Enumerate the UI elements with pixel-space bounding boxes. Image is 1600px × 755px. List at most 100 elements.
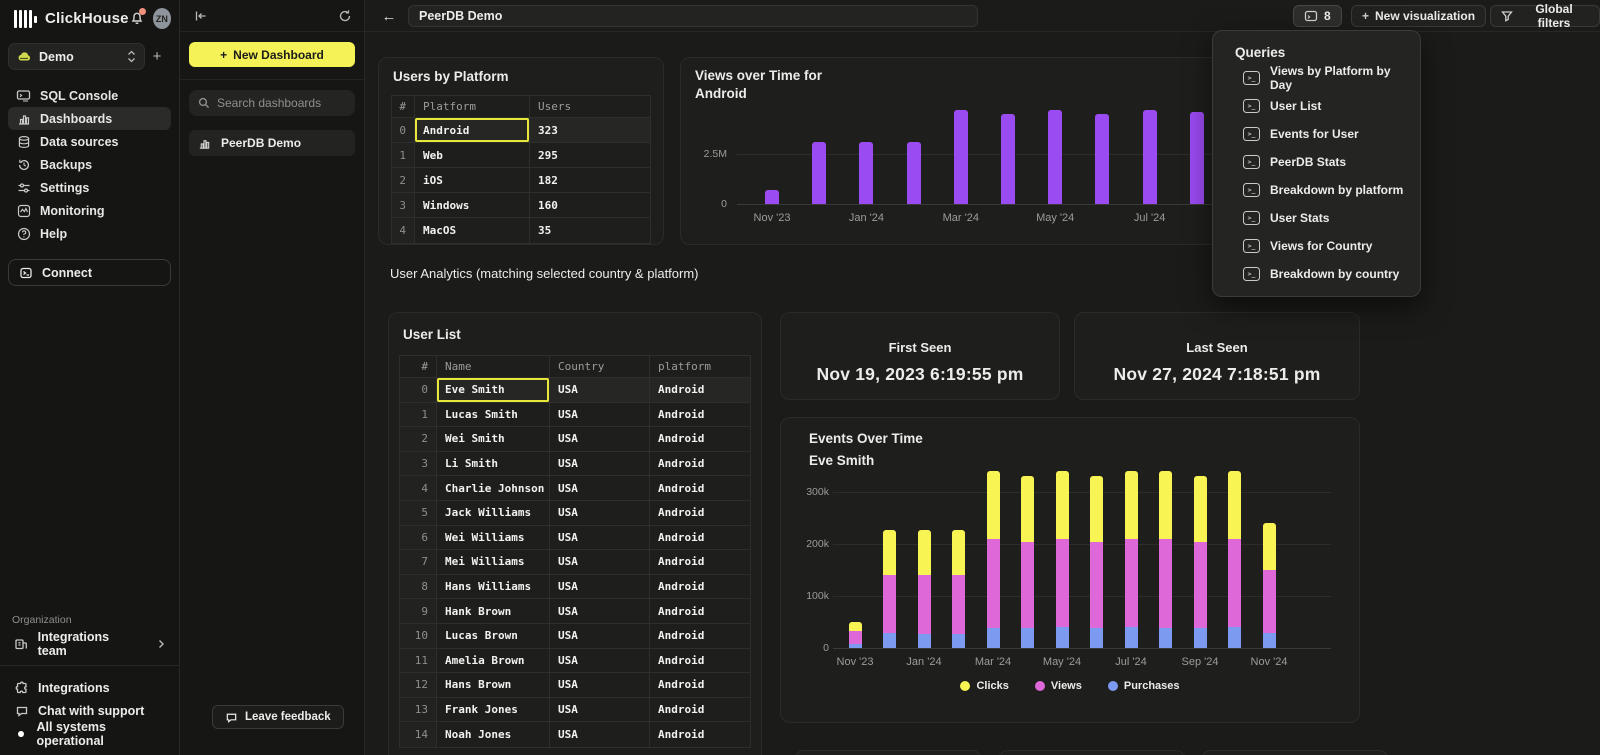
bar-segment-clicks[interactable] [1021, 476, 1034, 542]
query-item[interactable]: >_Events for User [1213, 120, 1420, 148]
sidebar-item-help[interactable]: Help [8, 222, 171, 245]
table-cell[interactable]: Android [650, 403, 750, 427]
table-cell[interactable]: Web [415, 143, 530, 167]
bar-segment-purchases[interactable] [1021, 628, 1034, 648]
system-status[interactable]: All systems operational [8, 722, 171, 745]
table-cell[interactable]: USA [550, 526, 650, 550]
bar-segment-clicks[interactable] [952, 530, 965, 575]
query-item[interactable]: >_User List [1213, 92, 1420, 120]
query-item[interactable]: >_PeerDB Stats [1213, 148, 1420, 176]
workspace-selector[interactable]: Demo [8, 43, 145, 70]
bar-segment-clicks[interactable] [1159, 471, 1172, 539]
add-service-button[interactable]: + [145, 48, 169, 65]
table-cell[interactable]: Noah Jones [437, 722, 550, 747]
table-cell[interactable]: Android [650, 550, 750, 574]
bar-segment-views[interactable] [1159, 539, 1172, 627]
table-cell[interactable]: Android [650, 624, 750, 648]
bar-segment-views[interactable] [1228, 539, 1241, 627]
table-cell[interactable]: Charlie Johnson [437, 476, 550, 500]
table-cell[interactable]: 35 [530, 218, 650, 243]
sidebar-item-backups[interactable]: Backups [8, 153, 171, 176]
new-visualization-button[interactable]: + New visualization [1351, 5, 1486, 27]
bar[interactable] [1190, 112, 1204, 204]
bar-segment-purchases[interactable] [1090, 628, 1103, 648]
bar-segment-clicks[interactable] [918, 530, 931, 575]
refresh-icon[interactable] [338, 9, 352, 23]
table-cell[interactable]: Android [650, 378, 750, 402]
table-cell[interactable]: Jack Williams [437, 501, 550, 525]
bar-segment-purchases[interactable] [1159, 628, 1172, 648]
bar-segment-views[interactable] [883, 575, 896, 633]
table-cell[interactable]: USA [550, 673, 650, 697]
bar-segment-purchases[interactable] [1263, 633, 1276, 648]
bar-segment-clicks[interactable] [883, 530, 896, 575]
bar-segment-clicks[interactable] [1228, 471, 1241, 539]
table-cell[interactable]: USA [550, 599, 650, 623]
bar[interactable] [765, 190, 779, 204]
bar[interactable] [1001, 114, 1015, 204]
sidebar-item-integrations[interactable]: Integrations [8, 676, 171, 699]
bar-segment-clicks[interactable] [1090, 476, 1103, 542]
sidebar-item-integrations-team[interactable]: Integrations team [8, 632, 171, 655]
table-cell[interactable]: Hans Brown [437, 673, 550, 697]
table-cell[interactable]: Li Smith [437, 452, 550, 476]
bar[interactable] [812, 142, 826, 204]
query-item[interactable]: >_Breakdown by platform [1213, 176, 1420, 204]
bar-segment-purchases[interactable] [1194, 628, 1207, 648]
table-cell[interactable]: USA [550, 452, 650, 476]
bar-segment-views[interactable] [1090, 542, 1103, 628]
bar-segment-views[interactable] [987, 539, 1000, 628]
table-cell[interactable]: USA [550, 698, 650, 722]
table-cell[interactable]: Android [650, 575, 750, 599]
table-cell[interactable]: Android [650, 698, 750, 722]
search-input[interactable] [217, 96, 372, 110]
table-cell[interactable]: 160 [530, 193, 650, 217]
table-cell[interactable]: Android [650, 673, 750, 697]
table-cell[interactable]: Lucas Smith [437, 403, 550, 427]
table-cell[interactable]: Android [650, 476, 750, 500]
bar-segment-purchases[interactable] [952, 634, 965, 648]
table-cell[interactable]: Mei Williams [437, 550, 550, 574]
bar-segment-clicks[interactable] [1056, 471, 1069, 539]
table-cell[interactable]: USA [550, 624, 650, 648]
bar[interactable] [859, 142, 873, 204]
table-cell[interactable]: Android [650, 452, 750, 476]
sidebar-item-sql-console[interactable]: SQL Console [8, 84, 171, 107]
bar-segment-views[interactable] [918, 575, 931, 634]
sidebar-item-dashboards[interactable]: Dashboards [8, 107, 171, 130]
queries-toggle-button[interactable]: 8 [1293, 5, 1342, 27]
bar-segment-views[interactable] [1125, 539, 1138, 627]
table-cell[interactable]: USA [550, 378, 650, 402]
table-cell[interactable]: Lucas Brown [437, 624, 550, 648]
table-cell[interactable]: Android [650, 722, 750, 747]
table-cell[interactable]: 182 [530, 168, 650, 192]
bar-segment-views[interactable] [952, 575, 965, 634]
bar-segment-purchases[interactable] [883, 633, 896, 648]
bar-segment-purchases[interactable] [987, 628, 1000, 648]
global-filters-button[interactable]: Global filters [1490, 5, 1600, 27]
bar-segment-clicks[interactable] [1194, 476, 1207, 542]
bar-segment-views[interactable] [1021, 542, 1034, 628]
table-cell[interactable]: USA [550, 427, 650, 451]
bar-segment-views[interactable] [1194, 542, 1207, 628]
bar-segment-purchases[interactable] [918, 634, 931, 648]
table-cell[interactable]: Wei Williams [437, 526, 550, 550]
leave-feedback-button[interactable]: Leave feedback [212, 705, 344, 729]
table-cell[interactable]: Android [650, 649, 750, 673]
table-cell[interactable]: MacOS [415, 218, 530, 243]
table-cell[interactable]: Hank Brown [437, 599, 550, 623]
bar-segment-purchases[interactable] [1228, 627, 1241, 648]
table-cell[interactable]: USA [550, 575, 650, 599]
avatar[interactable]: ZN [153, 8, 171, 29]
table-cell[interactable]: 323 [530, 118, 650, 142]
bar[interactable] [1095, 114, 1109, 204]
table-cell[interactable]: Hans Williams [437, 575, 550, 599]
table-cell[interactable]: Android [650, 526, 750, 550]
table-cell[interactable]: Android [415, 118, 530, 142]
table-cell[interactable]: USA [550, 501, 650, 525]
bar[interactable] [907, 142, 921, 204]
table-cell[interactable]: Android [650, 501, 750, 525]
bar-segment-clicks[interactable] [1263, 523, 1276, 570]
bar-segment-clicks[interactable] [1125, 471, 1138, 539]
table-cell[interactable]: Frank Jones [437, 698, 550, 722]
